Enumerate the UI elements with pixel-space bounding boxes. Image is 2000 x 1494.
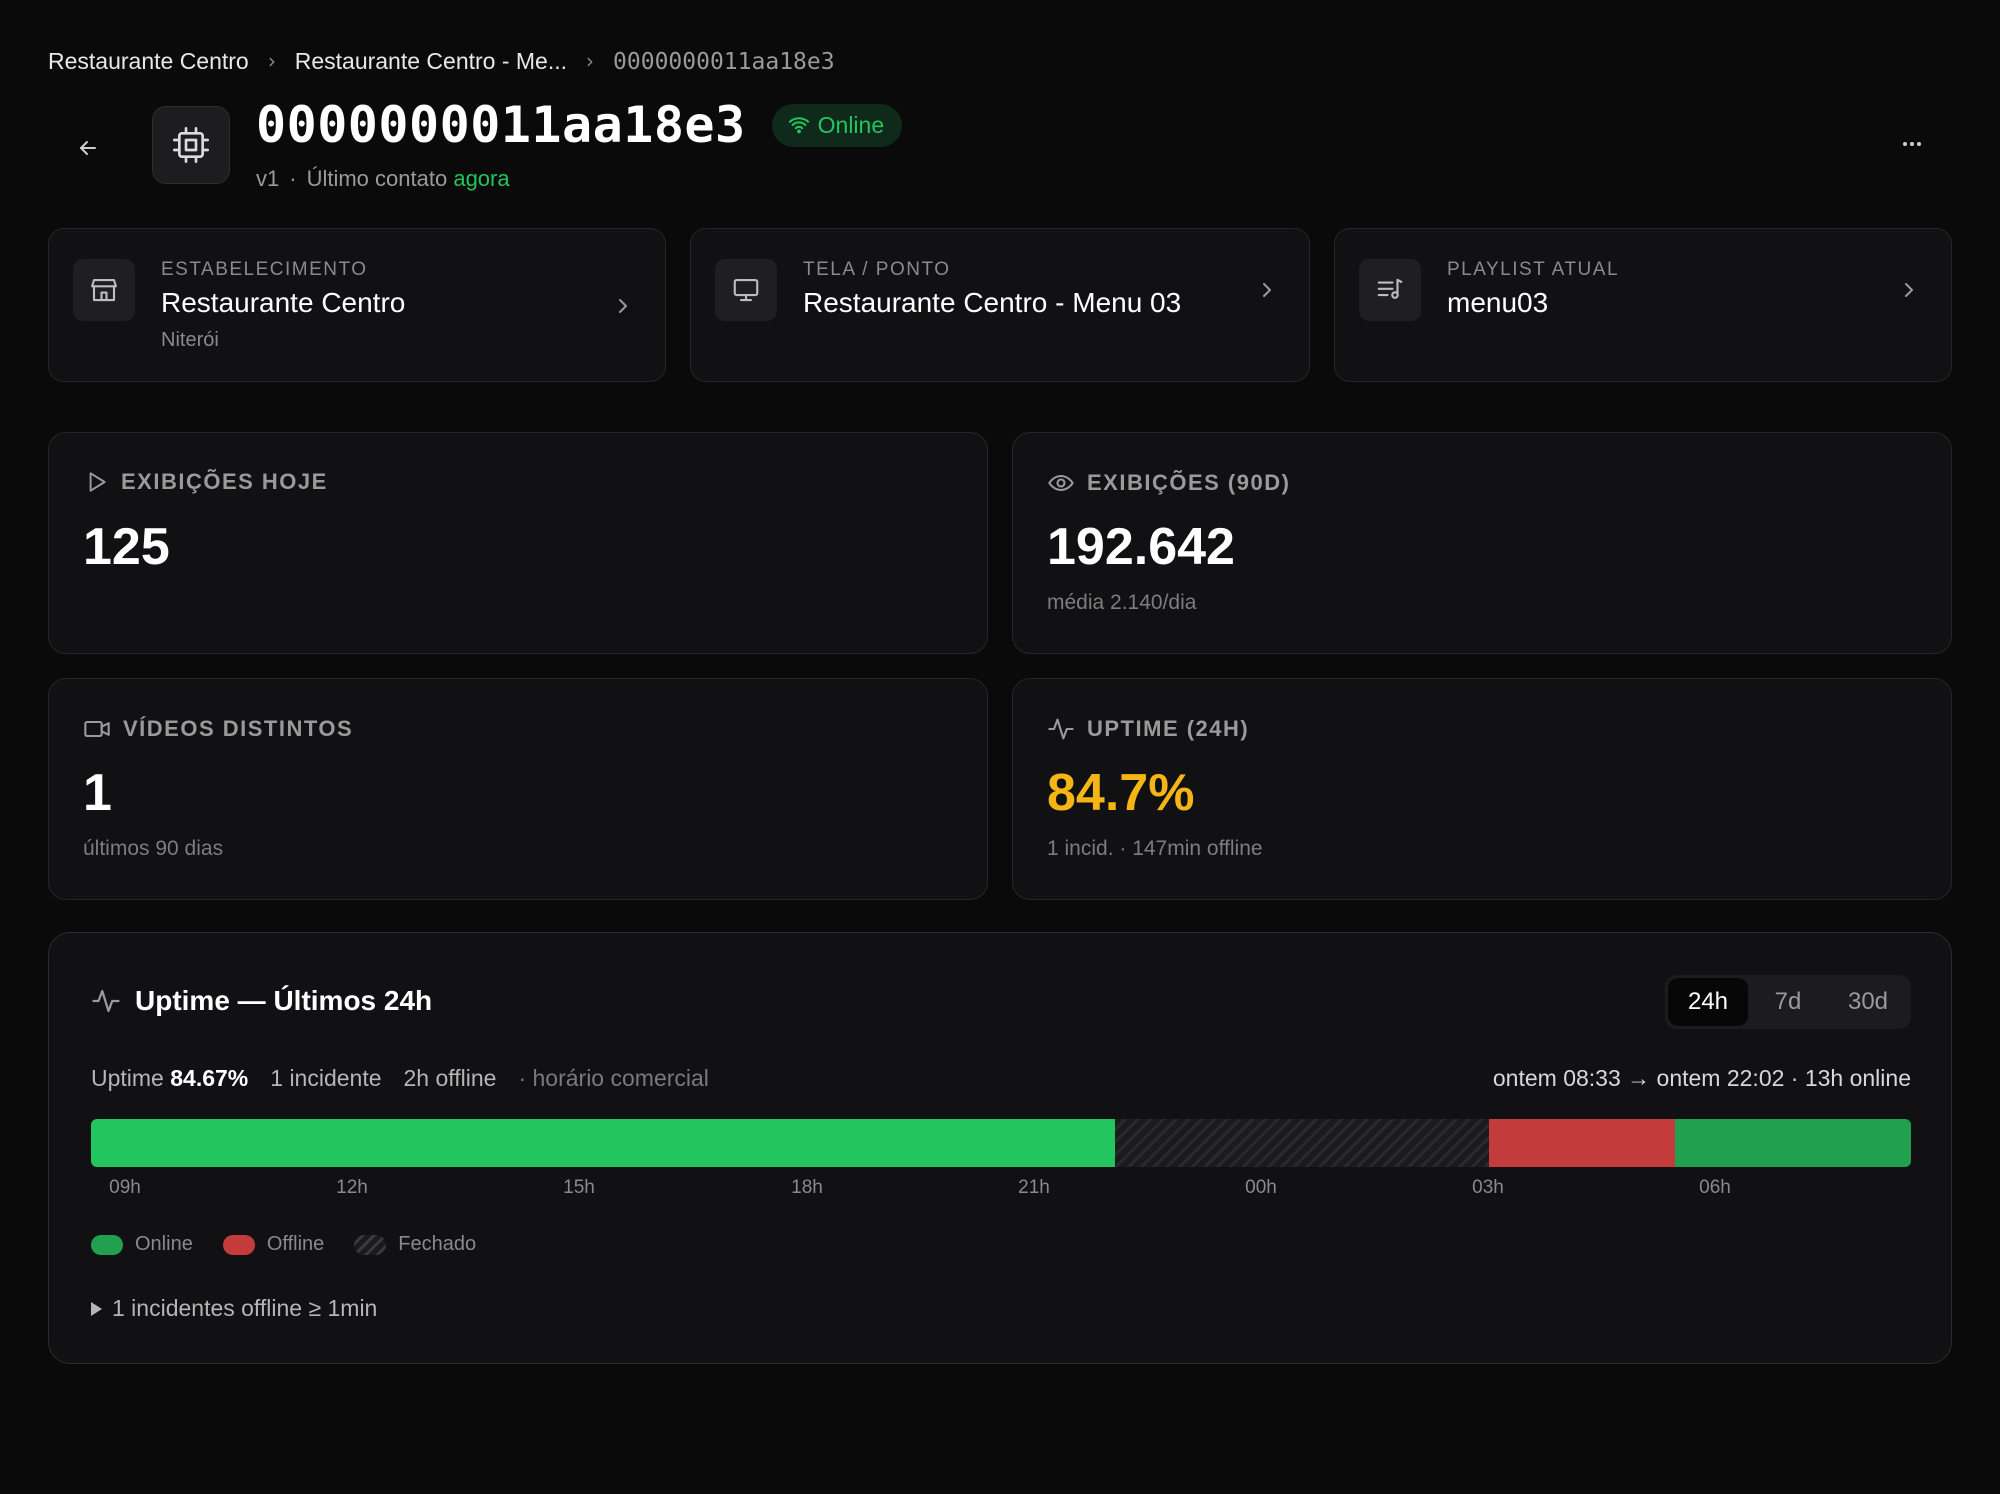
wifi-icon xyxy=(788,117,809,134)
playlist-name: menu03 xyxy=(1447,287,1549,318)
playlist-label: PLAYLIST ATUAL xyxy=(1447,259,1620,280)
establishment-label: ESTABELECIMENTO xyxy=(161,259,368,280)
legend-swatch-closed xyxy=(354,1234,387,1255)
device-subline: v1 · Último contato agora xyxy=(256,166,510,192)
stat-sub: média 2.140/dia xyxy=(1047,591,1197,614)
legend-closed: Fechado xyxy=(354,1233,476,1256)
incidents-disclosure[interactable]: 1 incidentes offline ≥ 1min xyxy=(91,1295,377,1322)
caret-right-icon xyxy=(91,1301,102,1316)
playlist-card[interactable]: PLAYLIST ATUAL menu03 xyxy=(1334,228,1952,382)
establishment-name: Restaurante Centro xyxy=(161,287,406,318)
range-selector: 24h 7d 30d xyxy=(1665,975,1911,1029)
offline-duration: 2h offline xyxy=(403,1065,497,1091)
device-avatar xyxy=(152,106,230,184)
timeline-segment-offline[interactable] xyxy=(1489,1119,1675,1167)
stat-card-distinct-videos: VÍDEOS DISTINTOS 1 últimos 90 dias xyxy=(48,678,988,900)
arrow-left-icon xyxy=(80,141,96,155)
timeline-segment-online[interactable] xyxy=(1675,1119,1911,1167)
range-option-30d[interactable]: 30d xyxy=(1828,978,1908,1026)
breadcrumb-item-device: 0000000011aa18e3 xyxy=(613,48,835,75)
stat-sub: últimos 90 dias xyxy=(83,837,224,860)
status-label: Online xyxy=(817,111,885,138)
breadcrumb-item-establishment[interactable]: Restaurante Centro xyxy=(48,48,249,75)
legend-swatch-online xyxy=(91,1234,123,1255)
chevron-right-icon xyxy=(1905,283,1913,297)
eye-icon xyxy=(1048,474,1074,492)
screen-name: Restaurante Centro - Menu 03 xyxy=(803,287,1182,318)
tick-label: 03h xyxy=(1472,1177,1504,1198)
range-option-24h[interactable]: 24h xyxy=(1668,978,1748,1026)
panel-title: Uptime — Últimos 24h xyxy=(135,985,433,1016)
timeline-axis: 09h 12h 15h 18h 21h 00h 03h 06h xyxy=(91,1177,1911,1203)
uptime-panel: Uptime — Últimos 24h 24h 7d 30d Uptime 8… xyxy=(48,932,1952,1364)
legend-swatch-offline xyxy=(222,1234,255,1255)
last-contact-label: Último contato agora xyxy=(306,166,510,191)
incidents-toggle-label: 1 incidentes offline ≥ 1min xyxy=(112,1295,378,1321)
stat-label: EXIBIÇÕES (90D) xyxy=(1087,470,1291,495)
stat-value: 192.642 xyxy=(1047,518,1235,576)
activity-icon xyxy=(92,989,120,1013)
screen-card[interactable]: TELA / PONTO Restaurante Centro - Menu 0… xyxy=(690,228,1310,382)
chevron-right-icon xyxy=(265,55,279,69)
stat-label: VÍDEOS DISTINTOS xyxy=(123,716,354,741)
legend-online: Online xyxy=(91,1233,193,1256)
tick-label: 12h xyxy=(336,1177,368,1198)
chevron-right-icon xyxy=(583,55,597,69)
play-icon xyxy=(89,472,106,492)
stat-value: 125 xyxy=(83,518,170,576)
uptime-summary: Uptime 84.67% 1 incidente 2h offline · h… xyxy=(91,1065,709,1092)
timeline-segment-online[interactable] xyxy=(91,1119,1115,1167)
establishment-card[interactable]: ESTABELECIMENTO Restaurante Centro Niter… xyxy=(48,228,666,382)
legend-offline: Offline xyxy=(222,1233,324,1256)
video-camera-icon xyxy=(84,720,110,738)
uptime-timeline-bar xyxy=(91,1119,1911,1167)
more-horizontal-icon xyxy=(1903,142,1921,146)
stat-card-views-90d: EXIBIÇÕES (90D) 192.642 média 2.140/dia xyxy=(1012,432,1952,654)
chevron-right-icon xyxy=(1263,283,1271,297)
business-hours-note: · horário comercial xyxy=(518,1065,709,1091)
stat-sub: 1 incid. · 147min offline xyxy=(1047,837,1263,860)
timeline-legend: Online Offline Fechado xyxy=(91,1233,476,1256)
stat-value: 84.7% xyxy=(1047,764,1195,822)
more-options-button[interactable] xyxy=(1892,124,1932,164)
timeline-segment-closed[interactable] xyxy=(1115,1119,1489,1167)
breadcrumb: Restaurante Centro Restaurante Centro - … xyxy=(48,48,835,75)
last-contact-value: agora xyxy=(453,166,510,191)
tick-label: 09h xyxy=(109,1177,141,1198)
tick-label: 21h xyxy=(1018,1177,1050,1198)
store-icon xyxy=(73,259,135,321)
online-window: ontem 08:33 → ontem 22:02 · 13h online xyxy=(1492,1065,1911,1091)
range-option-7d[interactable]: 7d xyxy=(1748,978,1828,1026)
back-button[interactable] xyxy=(66,126,110,170)
stat-label: EXIBIÇÕES HOJE xyxy=(121,469,328,494)
activity-icon xyxy=(1048,718,1074,740)
separator-dot: · xyxy=(289,166,297,191)
stat-card-views-today: EXIBIÇÕES HOJE 125 xyxy=(48,432,988,654)
tick-label: 06h xyxy=(1699,1177,1731,1198)
tick-label: 00h xyxy=(1245,1177,1277,1198)
status-badge: Online xyxy=(771,103,903,147)
version-label: v1 xyxy=(256,166,280,191)
stat-card-uptime: UPTIME (24H) 84.7% 1 incid. · 147min off… xyxy=(1012,678,1952,900)
incident-count: 1 incidente xyxy=(270,1065,382,1091)
uptime-percent: Uptime 84.67% xyxy=(91,1065,249,1091)
establishment-city: Niterói xyxy=(161,329,219,351)
tick-label: 15h xyxy=(563,1177,595,1198)
page-title: 0000000011aa18e3 xyxy=(256,96,746,154)
cpu-chip-icon xyxy=(173,127,210,164)
monitor-icon xyxy=(715,259,777,321)
screen-label: TELA / PONTO xyxy=(803,259,951,280)
stat-label: UPTIME (24H) xyxy=(1087,716,1250,741)
chevron-right-icon xyxy=(619,299,627,313)
breadcrumb-item-screen[interactable]: Restaurante Centro - Me... xyxy=(295,48,567,75)
stat-value: 1 xyxy=(83,764,112,822)
tick-label: 18h xyxy=(791,1177,823,1198)
playlist-icon xyxy=(1359,259,1421,321)
